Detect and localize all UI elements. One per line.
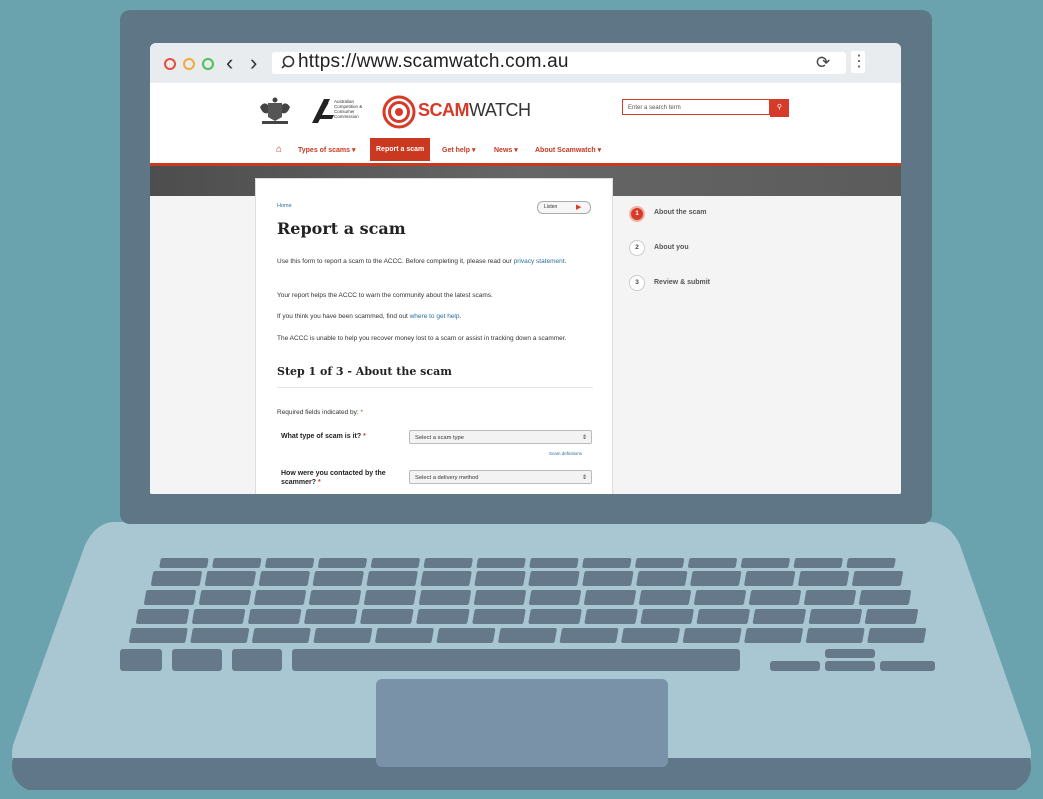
listen-label: Listen bbox=[544, 204, 558, 210]
contact-method-required-star: * bbox=[317, 479, 321, 486]
step-1-label: About the scam bbox=[654, 209, 707, 216]
intro-help-text: If you think you have been scammed, find… bbox=[277, 313, 410, 320]
intro-privacy-end: . bbox=[564, 258, 567, 265]
browser-window: ‹ › https://www.scamwatch.com.au ⟳ ⋮ Aus… bbox=[150, 43, 901, 494]
step-divider bbox=[277, 387, 593, 388]
scam-type-label-text: What type of scam is it? bbox=[281, 433, 364, 440]
step-1-number: 1 bbox=[629, 206, 645, 222]
nav-report-a-scam[interactable]: Report a scam bbox=[370, 138, 431, 161]
intro-privacy: Use this form to report a scam to the AC… bbox=[277, 257, 593, 266]
nav-types-of-scams[interactable]: Types of scams ▾ bbox=[298, 146, 355, 154]
report-form-card: Home Listen ▶ Report a scam Use this for… bbox=[255, 178, 613, 494]
required-note: Required fields indicated by: * bbox=[277, 409, 363, 416]
select-arrows-icon: ⇕ bbox=[581, 435, 587, 441]
intro-help-end: . bbox=[459, 313, 462, 320]
site-search-input[interactable]: Enter a search term bbox=[622, 99, 770, 115]
intro-help: If you think you have been scammed, find… bbox=[277, 312, 593, 321]
step-2-number: 2 bbox=[629, 240, 645, 256]
minimize-window-dot[interactable] bbox=[183, 58, 195, 70]
scamwatch-wordmark-bold: SCAM bbox=[418, 100, 470, 120]
select-arrows-icon: ⇕ bbox=[581, 475, 587, 481]
url-text[interactable]: https://www.scamwatch.com.au bbox=[298, 51, 569, 73]
scam-definitions-link[interactable]: Scam definitions bbox=[549, 451, 582, 456]
contact-method-label-text: How were you contacted by the scammer? bbox=[281, 470, 386, 486]
breadcrumb-home[interactable]: Home bbox=[277, 203, 292, 209]
scamwatch-wordmark[interactable]: SCAMWATCH bbox=[418, 100, 531, 121]
nav-about-scamwatch[interactable]: About Scamwatch ▾ bbox=[535, 146, 601, 154]
search-icon bbox=[281, 55, 295, 69]
back-icon[interactable]: ‹ bbox=[226, 49, 233, 77]
site-search-button[interactable]: ⚲ bbox=[770, 99, 789, 117]
step-3-label: Review & submit bbox=[654, 279, 711, 286]
browser-menu-icon[interactable]: ⋮ bbox=[851, 51, 867, 73]
scam-type-label: What type of scam is it? * bbox=[281, 432, 411, 441]
intro-disclaimer: The ACCC is unable to help you recover m… bbox=[277, 335, 567, 342]
intro-privacy-text: Use this form to report a scam to the AC… bbox=[277, 258, 514, 265]
coat-of-arms-logo bbox=[260, 97, 290, 124]
step-heading: Step 1 of 3 - About the scam bbox=[277, 365, 452, 378]
scam-type-select[interactable]: Select a scam type ⇕ bbox=[409, 430, 592, 444]
step-3-number: 3 bbox=[629, 275, 645, 291]
contact-method-label: How were you contacted by the scammer? * bbox=[281, 469, 411, 487]
reload-icon[interactable]: ⟳ bbox=[816, 53, 830, 73]
play-icon: ▶ bbox=[576, 204, 582, 211]
close-window-dot[interactable] bbox=[164, 58, 176, 70]
privacy-statement-link[interactable]: privacy statement bbox=[514, 258, 565, 265]
main-navigation: ⌂ Types of scams ▾ Report a scam Get hel… bbox=[150, 138, 901, 166]
page-title: Report a scam bbox=[277, 219, 406, 238]
nav-news[interactable]: News ▾ bbox=[494, 146, 518, 154]
accc-logo-text: Australian Competition & Consumer Commis… bbox=[334, 99, 363, 119]
scam-type-select-value: Select a scam type bbox=[415, 435, 464, 441]
browser-toolbar: ‹ › https://www.scamwatch.com.au ⟳ ⋮ bbox=[150, 43, 901, 84]
scamwatch-target-logo bbox=[382, 95, 416, 129]
scam-type-required-star: * bbox=[363, 433, 366, 440]
intro-warn: Your report helps the ACCC to warn the c… bbox=[277, 292, 493, 299]
step-2-label: About you bbox=[654, 244, 689, 251]
where-to-get-help-link[interactable]: where to get help bbox=[410, 313, 460, 320]
maximize-window-dot[interactable] bbox=[202, 58, 214, 70]
listen-button[interactable]: Listen ▶ bbox=[537, 201, 591, 214]
delivery-method-select[interactable]: Select a delivery method ⇕ bbox=[409, 470, 592, 484]
home-icon[interactable]: ⌂ bbox=[276, 144, 282, 155]
forward-icon[interactable]: › bbox=[250, 49, 257, 77]
required-star: * bbox=[360, 409, 363, 416]
nav-get-help[interactable]: Get help ▾ bbox=[442, 146, 475, 154]
scamwatch-wordmark-rest: WATCH bbox=[469, 100, 531, 120]
required-note-text: Required fields indicated by: bbox=[277, 409, 361, 416]
delivery-method-select-value: Select a delivery method bbox=[415, 475, 479, 481]
